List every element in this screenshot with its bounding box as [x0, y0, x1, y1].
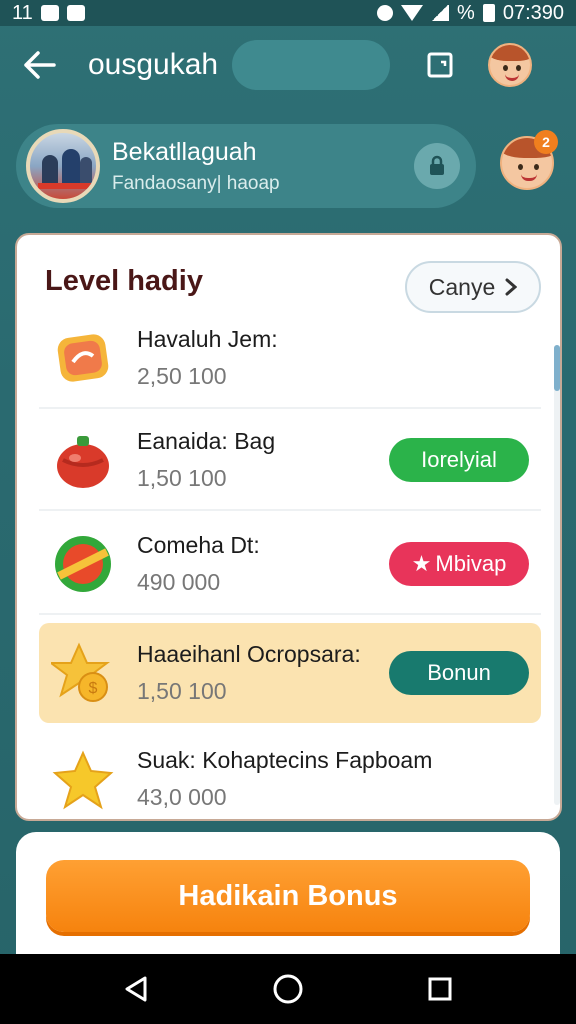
reward-action-button[interactable]: Iorelyial: [389, 438, 529, 482]
claim-bonus-button[interactable]: Hadikain Bonus: [46, 860, 530, 932]
profile-lock-button[interactable]: [414, 143, 460, 189]
coin-star-icon: $: [48, 641, 115, 705]
rewards-card: Level hadiy Canye Havaluh Jem: 2,50 100: [15, 233, 562, 821]
lock-icon: [430, 155, 444, 175]
status-left: 11: [12, 2, 85, 25]
reward-value: 43,0 000: [137, 784, 227, 810]
reward-item[interactable]: Havaluh Jem: 2,50 100: [39, 309, 541, 409]
red-bag-icon: [51, 428, 115, 492]
reward-name: Comeha Dt:: [137, 532, 260, 558]
reward-value: 2,50 100: [137, 363, 227, 389]
svg-text:$: $: [89, 680, 98, 697]
avatar-face-icon: [488, 43, 533, 87]
filter-chip[interactable]: Canye: [405, 261, 541, 313]
battery-text: %: [457, 1, 475, 24]
notification-icon: [40, 5, 59, 21]
profile-name: Bekatllaguah: [112, 137, 257, 166]
window-icon: [427, 52, 453, 78]
reward-text: Havaluh Jem: 2,50 100: [137, 326, 541, 390]
app-bar: ousgukah: [0, 26, 576, 104]
reward-value: 1,50 100: [137, 678, 227, 704]
arrow-left-icon: [24, 51, 56, 79]
profile-subtitle: Fandaosany| haoap: [112, 172, 280, 194]
reward-name: Eanaida: Bag: [137, 428, 276, 454]
system-nav-bar: [0, 954, 576, 1024]
status-bar: 11 % 07:390: [0, 0, 576, 26]
user-avatar[interactable]: [488, 43, 533, 87]
chevron-right-icon: [505, 278, 518, 296]
nav-home-button[interactable]: [268, 969, 308, 1009]
status-time: 07:390: [502, 1, 564, 24]
app-title: ousgukah: [88, 48, 219, 81]
profile-text: Bekatllaguah Fandaosany| haoap: [112, 138, 414, 195]
reward-item-highlight[interactable]: $ Haaeihanl Ocropsara: 1,50 100 Bonun: [39, 623, 541, 723]
search-pill[interactable]: [232, 40, 391, 90]
profile-card[interactable]: Bekatllaguah Fandaosany| haoap: [16, 124, 476, 208]
status-right: % 07:390: [377, 2, 564, 25]
signal-icon: [431, 5, 450, 21]
reward-text: Comeha Dt: 490 000: [137, 532, 389, 596]
status-left-text: 11: [12, 1, 33, 24]
reward-item[interactable]: Comeha Dt: 490 000 ★ Mbivap: [39, 515, 541, 615]
nav-back-button[interactable]: [116, 969, 156, 1009]
image-icon: [66, 5, 85, 21]
reward-item[interactable]: Suak: Kohaptecins Fapboam 43,0 000: [39, 729, 541, 819]
square-recents-icon: [428, 977, 452, 1001]
alarm-icon: [377, 5, 394, 21]
reward-action-button[interactable]: ★ Mbivap: [389, 542, 529, 586]
star-icon: ★: [411, 551, 432, 576]
card-title: Level hadiy: [45, 265, 203, 297]
battery-icon: [482, 4, 495, 22]
reward-text: Suak: Kohaptecins Fapboam 43,0 000: [137, 747, 541, 811]
back-button[interactable]: [20, 45, 60, 85]
filter-label: Canye: [428, 273, 496, 300]
reward-text: Haaeihanl Ocropsara: 1,50 100: [137, 641, 389, 705]
notification-badge: 2: [534, 130, 558, 154]
triangle-back-icon: [125, 976, 147, 1002]
side-avatar[interactable]: 2: [500, 130, 558, 190]
ball-icon: [51, 532, 115, 596]
candy-icon: [51, 326, 115, 390]
reward-value: 490 000: [137, 569, 221, 595]
bottom-panel: Hadikain Bonus: [16, 832, 560, 962]
scrollbar-track[interactable]: [554, 345, 560, 805]
reward-name: Haaeihanl Ocropsara:: [137, 641, 361, 667]
wifi-icon: [401, 5, 424, 21]
scrollbar-thumb[interactable]: [554, 345, 560, 391]
reward-name: Havaluh Jem:: [137, 326, 278, 352]
window-button[interactable]: [420, 45, 460, 85]
reward-item[interactable]: Eanaida: Bag 1,50 100 Iorelyial: [39, 411, 541, 511]
star-icon: [51, 747, 115, 811]
reward-action-button[interactable]: Bonun: [389, 651, 529, 695]
reward-value: 1,50 100: [137, 465, 227, 491]
reward-name: Suak: Kohaptecins Fapboam: [137, 747, 433, 773]
reward-action-label: Mbivap: [435, 551, 507, 576]
profile-thumbnail: [26, 129, 100, 203]
reward-text: Eanaida: Bag 1,50 100: [137, 428, 389, 492]
circle-home-icon: [273, 974, 303, 1004]
nav-recents-button[interactable]: [420, 969, 460, 1009]
